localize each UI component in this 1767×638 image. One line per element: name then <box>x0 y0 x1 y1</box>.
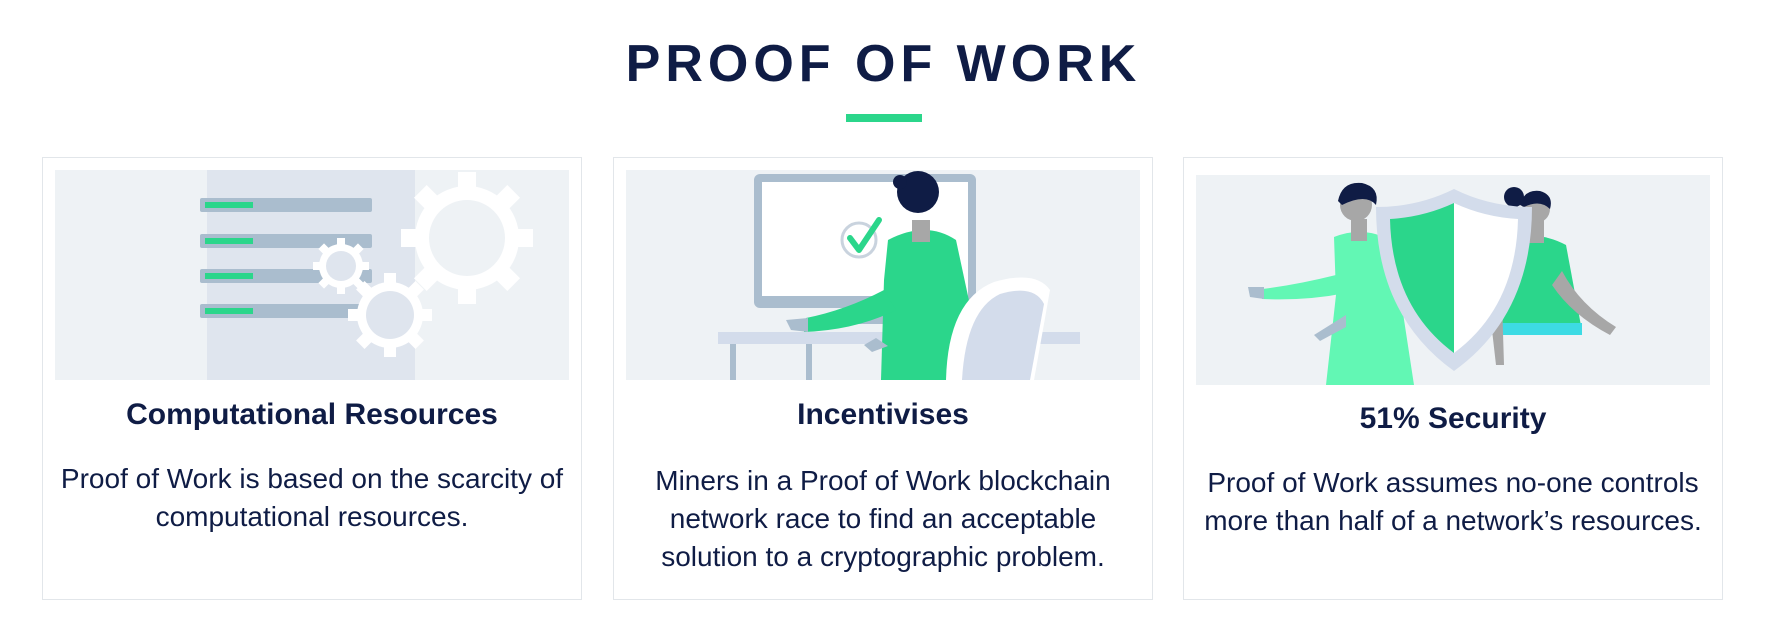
page-title: PROOF OF WORK <box>625 35 1142 93</box>
card-computational-resources: Computational Resources Proof of Work is… <box>42 157 582 600</box>
card-text: Proof of Work assumes no-one controls mo… <box>1204 467 1702 536</box>
person-at-computer-icon <box>626 170 1140 380</box>
card-incentivises: Incentivises Miners in a Proof of Work b… <box>613 157 1153 600</box>
card-text: Miners in a Proof of Work blockchain net… <box>655 465 1111 572</box>
title-underline <box>846 114 922 122</box>
document-with-gears-icon <box>55 170 569 380</box>
card-title: Computational Resources <box>126 398 498 431</box>
card-51-security: 51% Security Proof of Work assumes no-on… <box>1183 157 1723 600</box>
shield-with-people-icon <box>1196 175 1710 385</box>
card-title: 51% Security <box>1359 402 1547 435</box>
card-text: Proof of Work is based on the scarcity o… <box>60 463 564 532</box>
card-title: Incentivises <box>797 398 969 431</box>
